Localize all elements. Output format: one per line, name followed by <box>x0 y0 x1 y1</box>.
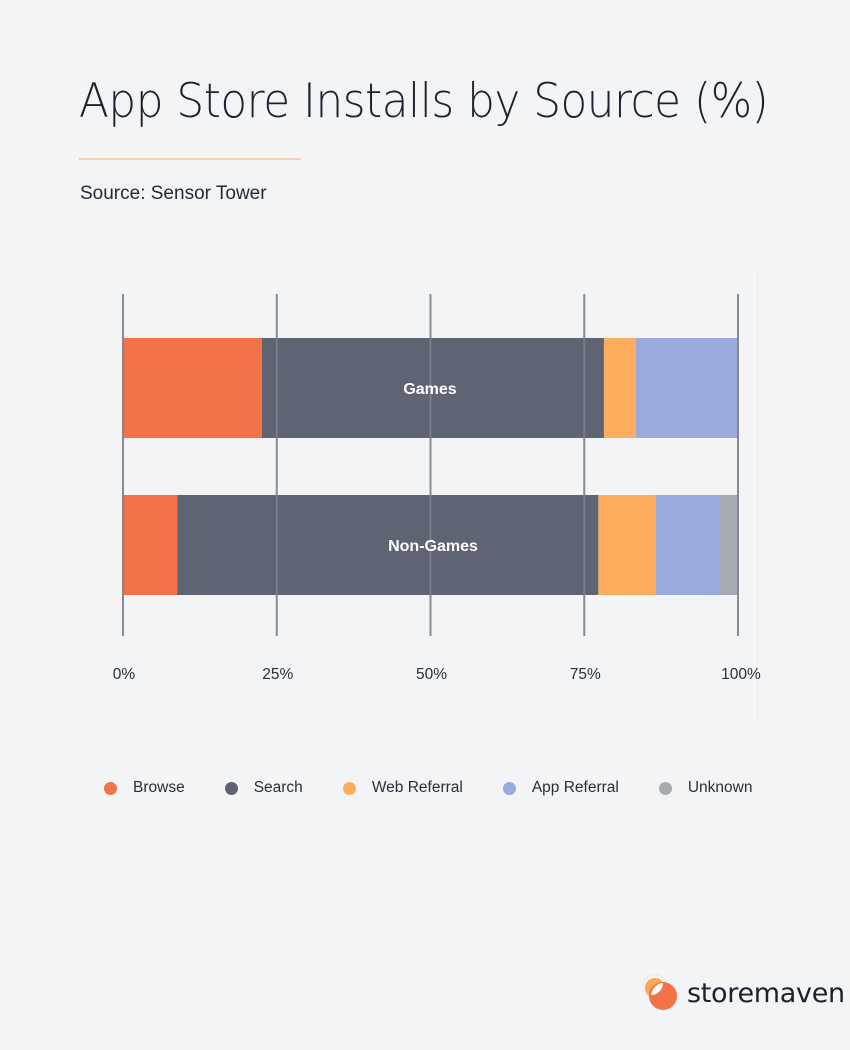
legend-label: Search <box>253 779 303 796</box>
bar-segment-non-games-app-referral <box>655 495 719 595</box>
bar-label-non-games: Non-Games <box>388 538 478 555</box>
legend-label: Unknown <box>687 779 753 796</box>
bar-segment-games-web-referral <box>603 338 636 438</box>
x-tick-label-0: 0% <box>113 666 136 683</box>
legend-item-browse[interactable]: Browse <box>104 779 185 797</box>
legend-dot-icon <box>342 781 356 795</box>
legend-label: Browse <box>133 779 185 796</box>
legend-dot-icon <box>502 781 516 795</box>
legend-label: App Referral <box>531 779 619 796</box>
bar-segment-games-browse <box>123 338 262 438</box>
legend-item-web-referral[interactable]: Web Referral <box>342 779 463 797</box>
bar-segment-non-games-web-referral <box>598 495 656 595</box>
stacked-bar-chart: Games Non-Games 0% 25% 50% 75% 100% <box>113 294 761 683</box>
legend-item-unknown[interactable]: Unknown <box>658 779 753 797</box>
brand-name: storemaven <box>687 977 845 1009</box>
legend-dot-icon <box>224 781 238 795</box>
x-tick-label-100: 100% <box>721 666 761 683</box>
bar-label-games: Games <box>403 381 456 398</box>
legend-item-search[interactable]: Search <box>224 779 303 797</box>
x-tick-label-25: 25% <box>262 666 293 683</box>
x-tick-labels-group: 0% 25% 50% 75% 100% <box>113 666 761 683</box>
legend-dot-icon <box>104 781 117 795</box>
storemaven-logo[interactable]: storemaven <box>642 974 845 1012</box>
legend: Browse Search Web Referral App Referral … <box>104 777 792 799</box>
legend-dot-icon <box>658 781 672 795</box>
legend-label: Web Referral <box>371 779 463 796</box>
x-tick-label-75: 75% <box>570 666 601 683</box>
legend-item-app-referral[interactable]: App Referral <box>502 779 619 797</box>
bar-segment-games-app-referral <box>635 338 738 438</box>
x-tick-label-50: 50% <box>416 666 447 683</box>
bar-segment-non-games-browse <box>123 495 178 595</box>
storemaven-logo-icon <box>642 974 677 1010</box>
bar-segment-non-games-unknown <box>718 495 738 595</box>
